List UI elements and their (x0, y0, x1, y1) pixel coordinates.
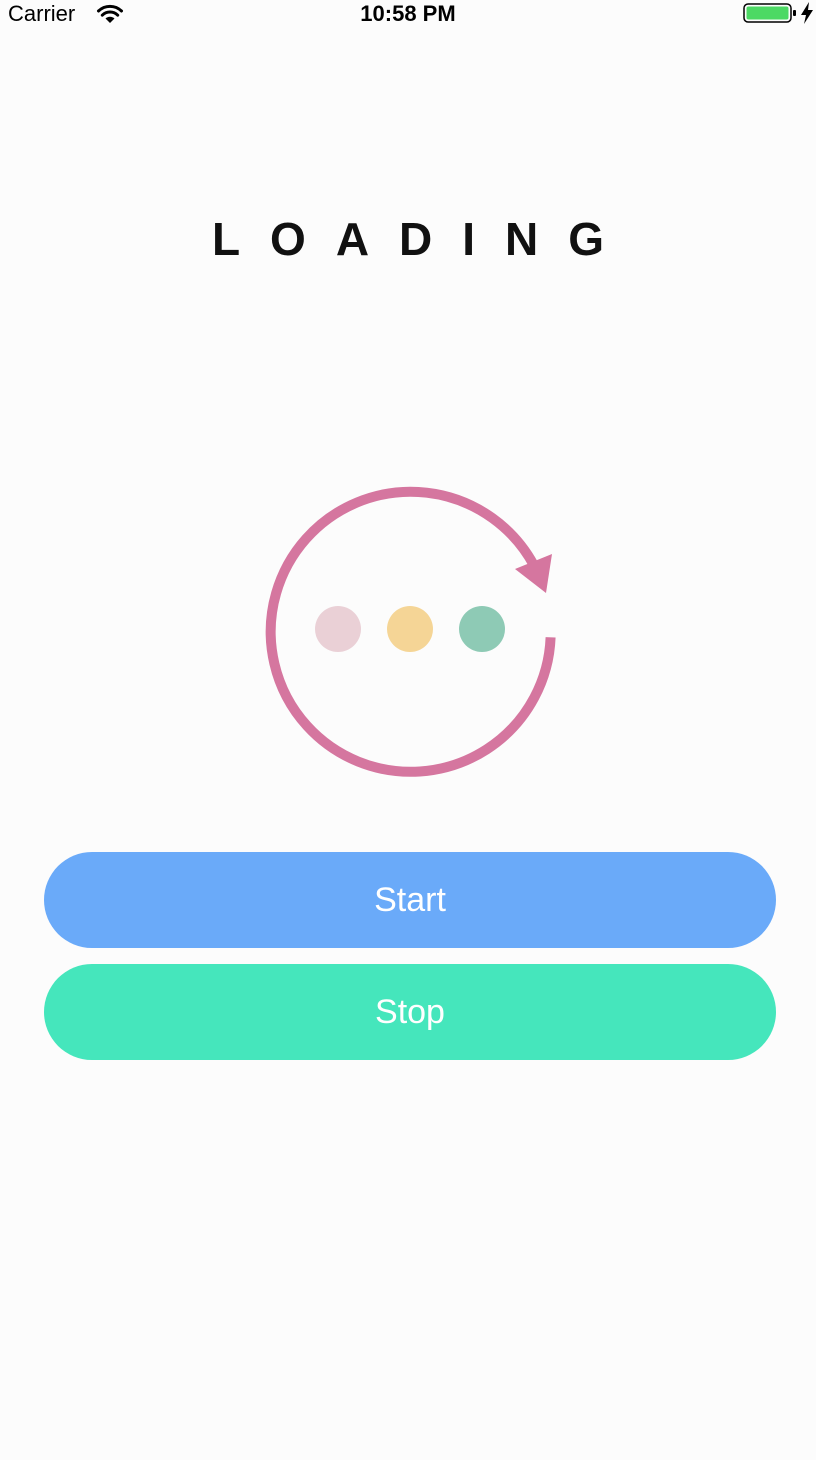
loader-dot-1 (315, 606, 361, 652)
status-time: 10:58 PM (360, 1, 456, 26)
charging-bolt-icon (801, 2, 813, 24)
loader-dot-2 (387, 606, 433, 652)
loading-spinner (265, 486, 556, 777)
loader-dot-3 (459, 606, 505, 652)
battery-icon (743, 3, 796, 23)
page-title: LOADING (211, 213, 635, 265)
stop-button[interactable]: Stop (44, 964, 776, 1060)
status-bar: Carrier 10:58 PM (0, 0, 816, 30)
start-button[interactable]: Start (44, 852, 776, 948)
stop-button-label: Stop (375, 992, 445, 1031)
start-button-label: Start (374, 880, 446, 919)
